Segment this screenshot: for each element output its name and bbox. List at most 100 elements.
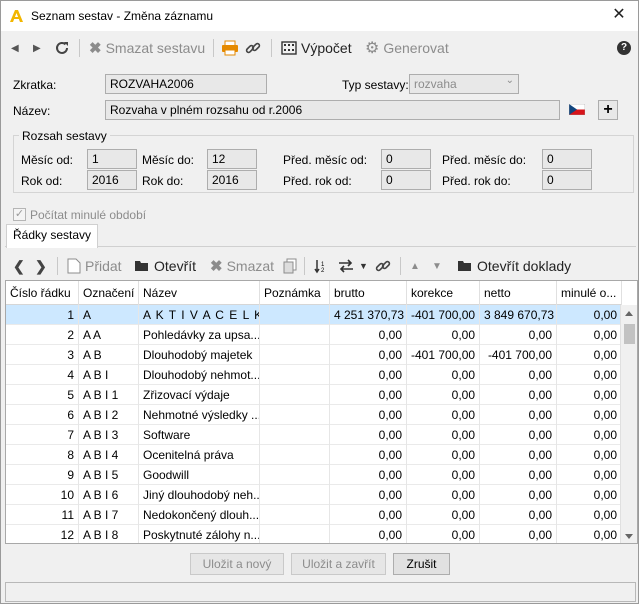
code-cell: A B I 3 <box>79 425 139 445</box>
sort-icon: 12 <box>313 258 329 274</box>
delete-report-button[interactable]: ✖ Smazat sestavu <box>89 37 205 59</box>
save-and-new-button[interactable]: Uložit a nový <box>190 553 284 575</box>
prev-period-cell: 0,00 <box>557 465 622 485</box>
next-row-button[interactable]: ❯ <box>35 255 47 277</box>
prev-year-from-field[interactable]: 0 <box>381 170 431 190</box>
prev-period-cell: 0,00 <box>557 525 622 543</box>
prev-record-button[interactable]: ◀ <box>11 37 19 59</box>
compute-button[interactable]: Výpočet <box>281 37 352 59</box>
code-cell: A B I 1 <box>79 385 139 405</box>
prev-period-cell: 0,00 <box>557 485 622 505</box>
note-cell <box>260 305 330 325</box>
link-button[interactable] <box>375 255 391 277</box>
prev-year-to-field[interactable]: 0 <box>542 170 592 190</box>
column-header-prev-period[interactable]: minulé o... <box>557 281 622 305</box>
copy-row-button[interactable] <box>283 255 297 277</box>
year-to-field[interactable]: 2016 <box>207 170 257 190</box>
table-row[interactable]: 4A B I Dlouhodobý nehmot... 0,00 0,00 0,00 0,… <box>6 365 622 385</box>
table-row[interactable]: 6A B I 2 Nehmotné výsledky ... 0,00 0,00 0,0… <box>6 405 622 425</box>
column-header-note[interactable]: Poznámka <box>260 281 330 305</box>
add-row-button[interactable]: Přidat <box>67 255 122 277</box>
note-cell <box>260 325 330 345</box>
table-row[interactable]: 8A B I 4 Ocenitelná práva 0,00 0,00 0,00 0,00 <box>6 445 622 465</box>
compute-prev-checkbox[interactable]: ✓ <box>13 208 26 221</box>
table-row[interactable]: 9A B I 5 Goodwill 0,00 0,00 0,00 0,00 <box>6 465 622 485</box>
month-from-field[interactable]: 1 <box>87 149 137 169</box>
column-header-name[interactable]: Název <box>139 281 260 305</box>
close-button[interactable]: ✕ <box>610 6 628 24</box>
month-to-field[interactable]: 12 <box>207 149 257 169</box>
column-header-code[interactable]: Označení <box>79 281 139 305</box>
table-row[interactable]: 1AA K T I V A C E L K... 4 251 370,73-401… <box>6 305 622 325</box>
month-from-label: Měsíc od: <box>21 153 74 167</box>
row-number-cell: 2 <box>6 325 79 345</box>
note-cell <box>260 505 330 525</box>
column-header-netto[interactable]: netto <box>480 281 557 305</box>
add-button[interactable]: + <box>598 100 618 120</box>
table-row[interactable]: 10 A B I 6 Jiný dlouhodobý neh... 0,00 0,00 0… <box>6 485 622 505</box>
netto-cell: 0,00 <box>480 405 557 425</box>
year-from-field[interactable]: 2016 <box>87 170 137 190</box>
correction-cell: -401 700,00 <box>407 345 480 365</box>
table-row[interactable]: 2A A Pohledávky za upsa... 0,00 0,00 0,00 0,0… <box>6 325 622 345</box>
table-row[interactable]: 12 A B I 8 Poskytnuté zálohy n... 0,00 0,00 0… <box>6 525 622 543</box>
czech-flag-icon[interactable] <box>569 104 585 115</box>
move-up-button[interactable]: ▲ <box>410 255 420 277</box>
rows-toolbar: ❮ ❯ Přidat Otevřít ✖ Smazat 12 ▼ ▲ ▼ Ote… <box>1 253 638 279</box>
table-row[interactable]: 11 A B I 7 Nedokončený dlouh... 0,00 0,00 0,0… <box>6 505 622 525</box>
prev-month-to-field[interactable]: 0 <box>542 149 592 169</box>
row-number-cell: 3 <box>6 345 79 365</box>
column-header-correction[interactable]: korekce <box>407 281 480 305</box>
tab-report-rows[interactable]: Řádky sestavy <box>6 224 99 248</box>
move-button[interactable]: ▼ <box>337 255 368 277</box>
generate-button[interactable]: ⚙ Generovat <box>365 37 449 59</box>
print-button[interactable] <box>221 37 239 59</box>
toolbar-separator <box>213 39 214 57</box>
save-and-close-button[interactable]: Uložit a zavřít <box>291 553 386 575</box>
table-body: 1AA K T I V A C E L K...4 251 370,73-401… <box>6 305 622 543</box>
toolbar-separator <box>400 257 401 275</box>
open-documents-button[interactable]: Otevřít doklady <box>457 255 571 277</box>
delete-report-label: Smazat sestavu <box>105 40 206 56</box>
name-field[interactable]: Rozvaha v plném rozsahu od r.2006 <box>105 100 560 120</box>
help-button[interactable]: ? <box>617 37 631 59</box>
code-cell: A B I 2 <box>79 405 139 425</box>
scroll-up-icon[interactable] <box>625 311 633 316</box>
table-row[interactable]: 3A B Dlouhodobý majetek 0,00 -401 700,00 -40… <box>6 345 622 365</box>
arrow-down-icon: ▼ <box>432 260 442 272</box>
sort-button[interactable]: 12 <box>313 255 329 277</box>
folder-open-icon <box>457 259 473 273</box>
code-cell: A B I <box>79 365 139 385</box>
table-row[interactable]: 5A B I 1 Zřizovací výdaje 0,00 0,00 0,00 0,00 <box>6 385 622 405</box>
prev-period-cell: 0,00 <box>557 505 622 525</box>
correction-cell: 0,00 <box>407 465 480 485</box>
open-row-button[interactable]: Otevřít <box>134 255 196 277</box>
correction-cell: 0,00 <box>407 485 480 505</box>
cancel-button[interactable]: Zrušit <box>393 553 450 575</box>
name-cell: Software <box>139 425 260 445</box>
refresh-button[interactable] <box>54 37 70 59</box>
brutto-cell: 0,00 <box>330 325 407 345</box>
vertical-scrollbar[interactable] <box>620 305 637 543</box>
type-select[interactable]: rozvaha ⌄ <box>409 74 519 94</box>
toolbar-separator <box>57 257 58 275</box>
row-number-cell: 5 <box>6 385 79 405</box>
scroll-thumb[interactable] <box>624 324 635 344</box>
shortcut-field[interactable]: ROZVAHA2006 <box>105 74 267 94</box>
move-down-button[interactable]: ▼ <box>432 255 442 277</box>
link-button[interactable] <box>245 37 261 59</box>
type-label: Typ sestavy: <box>342 78 409 92</box>
scroll-down-icon[interactable] <box>625 534 633 539</box>
prev-row-button[interactable]: ❮ <box>13 255 25 277</box>
netto-cell: 0,00 <box>480 425 557 445</box>
compute-label: Výpočet <box>301 40 352 56</box>
column-header-brutto[interactable]: brutto <box>330 281 407 305</box>
prev-month-from-field[interactable]: 0 <box>381 149 431 169</box>
netto-cell: 0,00 <box>480 365 557 385</box>
delete-row-button[interactable]: ✖ Smazat <box>210 255 274 277</box>
next-record-button[interactable]: ▶ <box>33 37 41 59</box>
prev-year-from-label: Před. rok od: <box>283 174 352 188</box>
toolbar-separator <box>79 39 80 57</box>
table-row[interactable]: 7A B I 3 Software 0,00 0,00 0,00 0,00 <box>6 425 622 445</box>
column-header-row-number[interactable]: Číslo řádku <box>6 281 79 305</box>
